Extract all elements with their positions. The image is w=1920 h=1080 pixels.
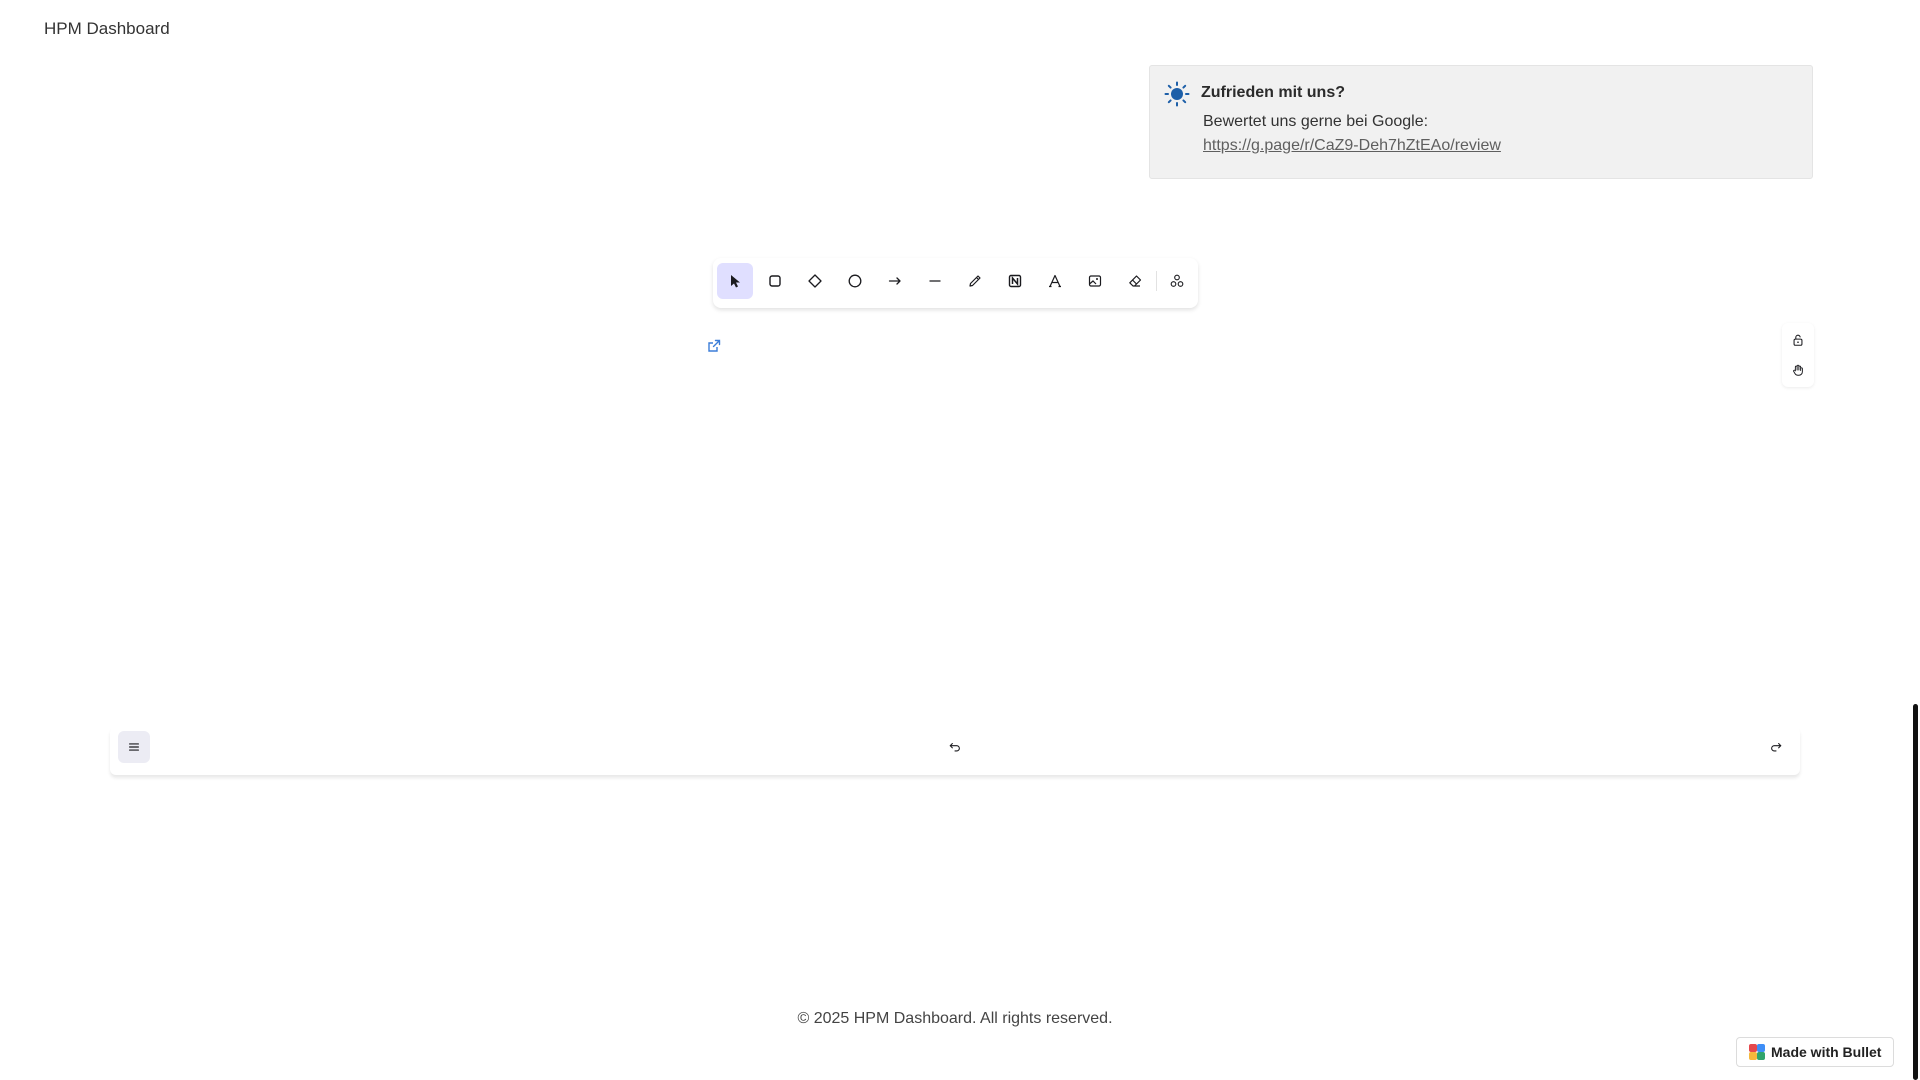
scrollbar[interactable] xyxy=(1913,704,1918,1080)
sun-icon xyxy=(1164,81,1190,107)
redo-icon xyxy=(1771,742,1782,752)
undo-icon xyxy=(949,742,960,752)
toolbar-divider xyxy=(1156,271,1157,291)
tool-arrow[interactable] xyxy=(877,263,913,299)
hamburger-icon xyxy=(129,743,139,751)
tool-line[interactable] xyxy=(917,263,953,299)
redo-button[interactable] xyxy=(1762,733,1790,761)
rectangle-icon xyxy=(769,275,781,287)
shapes-icon xyxy=(1170,274,1184,287)
lock-button[interactable] xyxy=(1786,327,1810,353)
ellipse-icon xyxy=(848,274,862,288)
line-icon xyxy=(929,280,941,282)
frame-icon xyxy=(1008,274,1022,288)
app-title: HPM Dashboard xyxy=(44,19,170,38)
pencil-icon xyxy=(969,275,981,287)
external-link-icon[interactable] xyxy=(706,338,722,354)
tool-more[interactable] xyxy=(1159,263,1195,299)
tool-frame[interactable] xyxy=(997,263,1033,299)
google-review-link[interactable]: https://g.page/r/CaZ9-Deh7hZtEAo/review xyxy=(1203,137,1501,155)
badge-label: Made with Bullet xyxy=(1771,1044,1882,1060)
footer-copyright: © 2025 HPM Dashboard. All rights reserve… xyxy=(797,1010,1113,1027)
callout-text: Bewertet uns gerne bei Google: xyxy=(1203,113,1429,130)
tool-rectangle[interactable] xyxy=(757,263,793,299)
drawing-toolbar xyxy=(713,258,1198,308)
callout-title: Zufrieden mit uns? xyxy=(1201,84,1345,101)
tool-diamond[interactable] xyxy=(797,263,833,299)
bullet-logo-icon xyxy=(1749,1044,1765,1060)
hand-icon xyxy=(1793,364,1803,376)
eraser-icon xyxy=(1129,275,1142,287)
main-menu-button[interactable] xyxy=(118,731,150,763)
diamond-icon xyxy=(808,274,822,288)
tool-draw[interactable] xyxy=(957,263,993,299)
tool-image[interactable] xyxy=(1077,263,1113,299)
undo-button[interactable] xyxy=(941,733,969,761)
image-icon xyxy=(1088,275,1102,287)
tool-text[interactable] xyxy=(1037,263,1073,299)
hand-button[interactable] xyxy=(1786,357,1810,383)
side-controls xyxy=(1782,323,1814,387)
lock-icon xyxy=(1793,334,1803,346)
review-callout: Zufrieden mit uns? Bewertet uns gerne be… xyxy=(1149,65,1813,179)
made-with-bullet-badge[interactable]: Made with Bullet xyxy=(1736,1037,1894,1067)
pointer-icon xyxy=(731,275,740,288)
tool-eraser[interactable] xyxy=(1117,263,1153,299)
tool-ellipse[interactable] xyxy=(837,263,873,299)
arrow-icon xyxy=(888,277,901,285)
bottom-bar xyxy=(110,727,1800,775)
tool-selection[interactable] xyxy=(717,263,753,299)
text-icon xyxy=(1049,274,1061,288)
